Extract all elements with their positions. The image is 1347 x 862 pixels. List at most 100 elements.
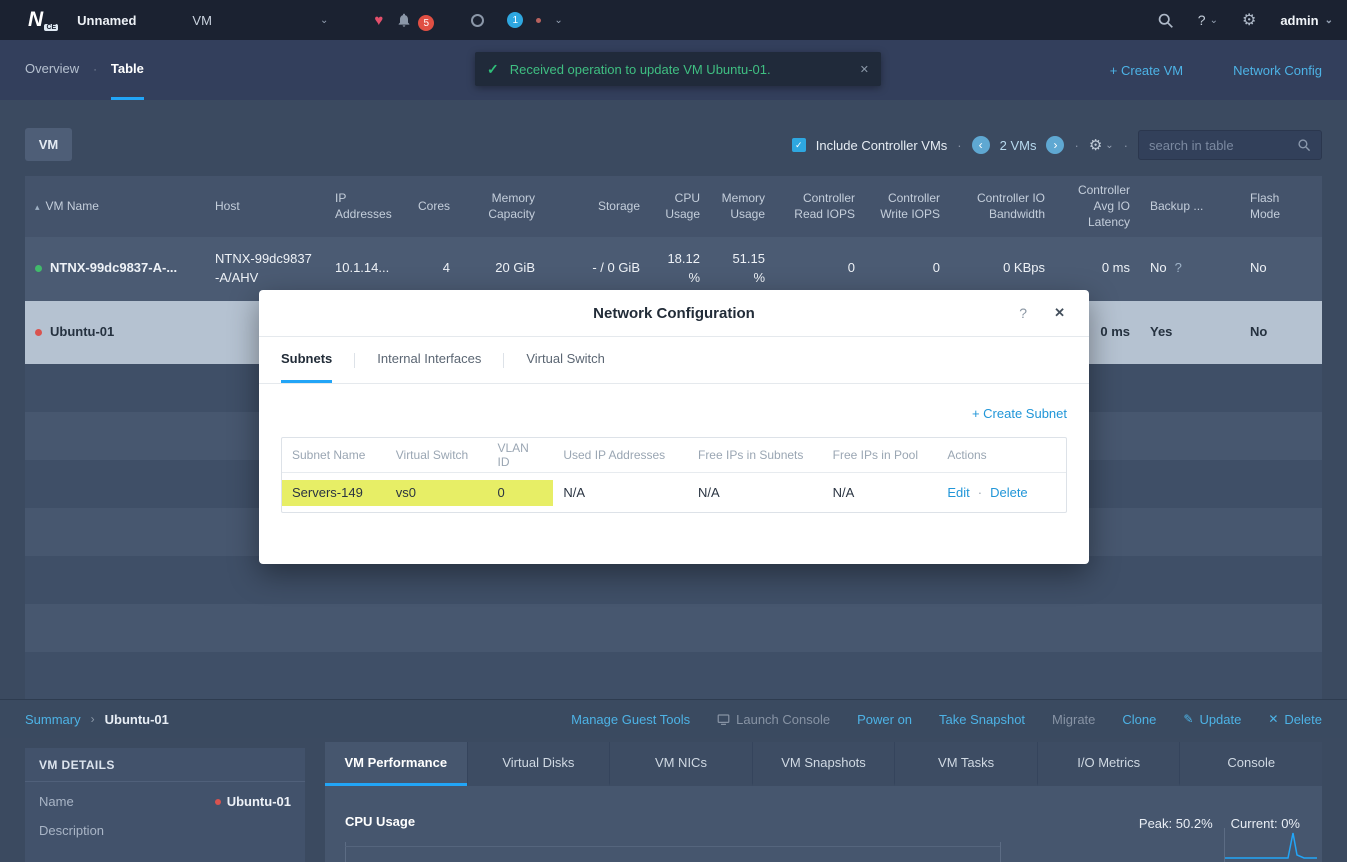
tasks-chevron-down-icon[interactable]: ⌄ xyxy=(554,15,562,26)
backup-help-icon[interactable]: ? xyxy=(1175,260,1182,275)
create-vm-button[interactable]: + Create VM xyxy=(1110,63,1183,78)
chevron-down-icon: ⌄ xyxy=(320,15,328,26)
delete-button[interactable]: ✕ Delete xyxy=(1268,712,1322,727)
column-header-cores[interactable]: Cores xyxy=(405,192,460,220)
top-navigation-bar: N CE Unnamed VM ⌄ ♥ 5 1 ⌄ ? ⌄ ⚙ admin ⌄ xyxy=(0,0,1347,40)
column-header-vm-name[interactable]: ▴VM Name xyxy=(25,192,205,220)
column-header-storage[interactable]: Storage xyxy=(545,192,650,220)
gear-icon: ⚙ xyxy=(1089,136,1102,154)
vm-details-panel: VM DETAILS Name Ubuntu-01 Description xyxy=(25,748,305,862)
edit-subnet-link[interactable]: Edit xyxy=(947,485,969,500)
subnet-table: Subnet Name Virtual Switch VLAN ID Used … xyxy=(281,437,1067,513)
used-ips-cell: N/A xyxy=(553,485,688,500)
search-icon[interactable] xyxy=(1297,138,1311,152)
launch-console-button[interactable]: Launch Console xyxy=(717,712,830,727)
tab-vm-performance[interactable]: VM Performance xyxy=(325,742,467,786)
ip-cell: 10.1.14... xyxy=(325,253,405,283)
entity-menu-label: VM xyxy=(192,13,212,28)
modal-close-icon[interactable]: ✕ xyxy=(1054,305,1065,321)
description-label: Description xyxy=(39,823,104,838)
create-subnet-button[interactable]: + Create Subnet xyxy=(972,406,1067,421)
column-header-backup[interactable]: Backup ... xyxy=(1140,192,1240,220)
column-header-memory-usage[interactable]: Memory Usage xyxy=(710,184,775,228)
tab-vm-tasks[interactable]: VM Tasks xyxy=(894,742,1037,786)
table-search-box xyxy=(1138,130,1322,160)
cluster-name[interactable]: Unnamed xyxy=(77,13,136,28)
tab-separator-dot: · xyxy=(93,40,97,100)
modal-tab-subnets[interactable]: Subnets xyxy=(281,337,332,383)
vm-status-red-icon xyxy=(35,329,42,336)
include-controller-vms-checkbox[interactable]: ✓ xyxy=(792,138,806,152)
subnet-col-free-pool: Free IPs in Pool xyxy=(823,448,938,462)
vm-status-red-icon xyxy=(215,799,221,805)
delete-subnet-link[interactable]: Delete xyxy=(990,485,1028,500)
tab-console[interactable]: Console xyxy=(1179,742,1322,786)
recovery-ring-icon[interactable] xyxy=(471,14,484,27)
column-header-avg-latency[interactable]: Controller Avg IO Latency xyxy=(1055,176,1140,237)
network-configuration-modal: Network Configuration ? ✕ Subnets Intern… xyxy=(259,290,1089,564)
column-header-read-iops[interactable]: Controller Read IOPS xyxy=(775,184,865,228)
table-search-input[interactable] xyxy=(1149,138,1289,153)
vm-name-cell[interactable]: NTNX-99dc9837-A-... xyxy=(25,253,205,283)
vlan-id-cell: 0 xyxy=(487,480,553,506)
name-value: Ubuntu-01 xyxy=(215,794,291,809)
tab-overview[interactable]: Overview xyxy=(25,40,79,100)
toast-close-icon[interactable]: ✕ xyxy=(860,63,869,76)
column-header-io-bandwidth[interactable]: Controller IO Bandwidth xyxy=(950,184,1055,228)
storage-cell: - / 0 GiB xyxy=(545,253,650,283)
column-header-flash-mode[interactable]: Flash Mode xyxy=(1240,184,1322,228)
io-bandwidth-cell: 0 KBps xyxy=(950,253,1055,283)
tab-vm-snapshots[interactable]: VM Snapshots xyxy=(752,742,895,786)
cores-cell: 4 xyxy=(405,253,460,283)
modal-help-icon[interactable]: ? xyxy=(1019,305,1027,321)
column-header-host[interactable]: Host xyxy=(205,192,325,220)
network-config-button[interactable]: Network Config xyxy=(1233,63,1322,78)
modal-tab-virtual-switch[interactable]: Virtual Switch xyxy=(526,337,605,383)
delete-x-icon: ✕ xyxy=(1268,712,1278,726)
update-button[interactable]: ✎ Update xyxy=(1183,712,1241,727)
nutanix-logo[interactable]: N CE xyxy=(28,8,43,32)
column-header-cpu-usage[interactable]: CPU Usage xyxy=(650,184,710,228)
health-heart-icon[interactable]: ♥ xyxy=(374,12,383,29)
chevron-down-icon: ⌄ xyxy=(1210,15,1218,26)
launch-console-icon xyxy=(717,713,730,726)
column-header-memory-capacity[interactable]: Memory Capacity xyxy=(460,184,545,228)
clone-button[interactable]: Clone xyxy=(1122,712,1156,727)
subnet-col-vswitch: Virtual Switch xyxy=(386,448,488,462)
task-count-badge[interactable]: 1 xyxy=(507,12,523,28)
take-snapshot-button[interactable]: Take Snapshot xyxy=(939,712,1025,727)
next-page-button[interactable]: › xyxy=(1046,136,1064,154)
modal-tab-internal-interfaces[interactable]: Internal Interfaces xyxy=(377,337,481,383)
tab-table[interactable]: Table xyxy=(111,40,144,100)
settings-gear-icon[interactable]: ⚙ xyxy=(1242,10,1256,30)
migrate-button[interactable]: Migrate xyxy=(1052,712,1095,727)
alert-count-badge[interactable]: 5 xyxy=(418,15,434,31)
table-settings-dropdown[interactable]: ⚙ ⌄ xyxy=(1089,136,1114,154)
read-iops-cell: 0 xyxy=(775,253,865,283)
help-menu[interactable]: ? ⌄ xyxy=(1198,12,1218,28)
memory-capacity-cell: 20 GiB xyxy=(460,253,545,283)
manage-guest-tools-button[interactable]: Manage Guest Tools xyxy=(571,712,690,727)
separator-dot: · xyxy=(1074,138,1078,153)
search-icon[interactable] xyxy=(1157,12,1174,29)
vm-detail-tabs: VM Performance Virtual Disks VM NICs VM … xyxy=(325,742,1322,786)
power-on-button[interactable]: Power on xyxy=(857,712,912,727)
user-menu[interactable]: admin ⌄ xyxy=(1280,13,1333,28)
vm-name-cell[interactable]: Ubuntu-01 xyxy=(25,317,205,347)
alerts-bell-icon[interactable] xyxy=(396,12,412,28)
breadcrumb-summary-link[interactable]: Summary xyxy=(25,712,81,727)
tab-vm-nics[interactable]: VM NICs xyxy=(609,742,752,786)
entity-menu-dropdown[interactable]: VM ⌄ xyxy=(192,13,328,28)
tab-divider xyxy=(354,353,355,368)
page-toolbar: Overview · Table ✓ Received operation to… xyxy=(0,40,1347,100)
vm-view-chip[interactable]: VM xyxy=(25,128,72,161)
logo-letter: N xyxy=(28,8,43,31)
name-label: Name xyxy=(39,794,74,809)
column-header-ip[interactable]: IP Addresses xyxy=(325,184,405,228)
column-header-write-iops[interactable]: Controller Write IOPS xyxy=(865,184,950,228)
tab-virtual-disks[interactable]: Virtual Disks xyxy=(467,742,610,786)
host-cell: NTNX-99dc9837-A/AHV xyxy=(205,244,325,292)
subnet-name-cell: Servers-149 xyxy=(282,480,386,506)
tab-io-metrics[interactable]: I/O Metrics xyxy=(1037,742,1180,786)
prev-page-button[interactable]: ‹ xyxy=(972,136,990,154)
